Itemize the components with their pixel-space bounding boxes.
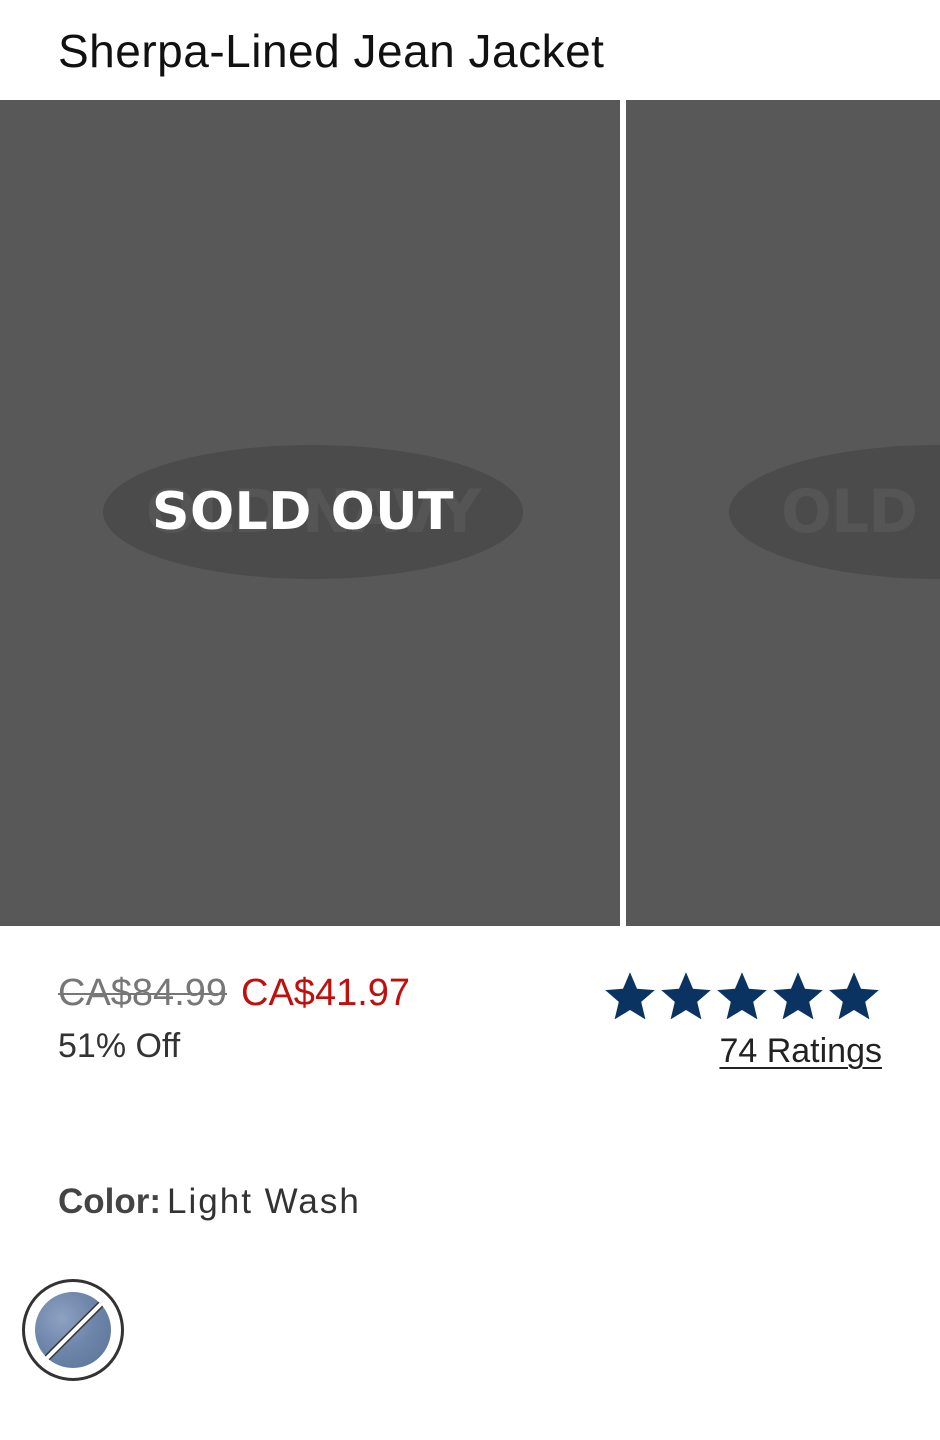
product-image-gallery[interactable]: OLD NAVY SOLD OUT OLD NAVY <box>0 100 940 926</box>
color-selector-label: Color: Light Wash <box>58 1182 361 1222</box>
rating-block: 74 Ratings <box>602 968 882 1071</box>
price-block: CA$84.99 CA$41.97 51% Off <box>58 972 410 1066</box>
star-icon <box>770 968 826 1024</box>
color-swatch-light-wash[interactable] <box>22 1279 124 1381</box>
discount-label: 51% Off <box>58 1027 181 1065</box>
denim-swatch-icon <box>35 1292 111 1368</box>
ratings-count-link[interactable]: 74 Ratings <box>719 1032 882 1071</box>
original-price: CA$84.99 <box>58 972 228 1014</box>
star-icon <box>826 968 882 1024</box>
product-image-slide-2[interactable]: OLD NAVY <box>626 100 940 926</box>
selected-color-name: Light Wash <box>167 1182 361 1221</box>
sale-price: CA$41.97 <box>241 972 411 1014</box>
price-row: CA$84.99 CA$41.97 <box>58 972 410 1015</box>
unavailable-slash-icon <box>41 1296 109 1364</box>
star-icon <box>602 968 658 1024</box>
star-icon <box>658 968 714 1024</box>
product-image-slide-1[interactable]: OLD NAVY SOLD OUT <box>0 100 620 926</box>
sold-out-overlay: SOLD OUT <box>152 482 454 542</box>
brand-logo-placeholder: OLD NAVY <box>729 445 940 579</box>
product-title: Sherpa-Lined Jean Jacket <box>58 25 605 77</box>
brand-logo-text: OLD NAVY <box>781 477 940 547</box>
star-rating <box>602 968 882 1024</box>
color-label-key: Color: <box>58 1182 162 1221</box>
star-icon <box>714 968 770 1024</box>
